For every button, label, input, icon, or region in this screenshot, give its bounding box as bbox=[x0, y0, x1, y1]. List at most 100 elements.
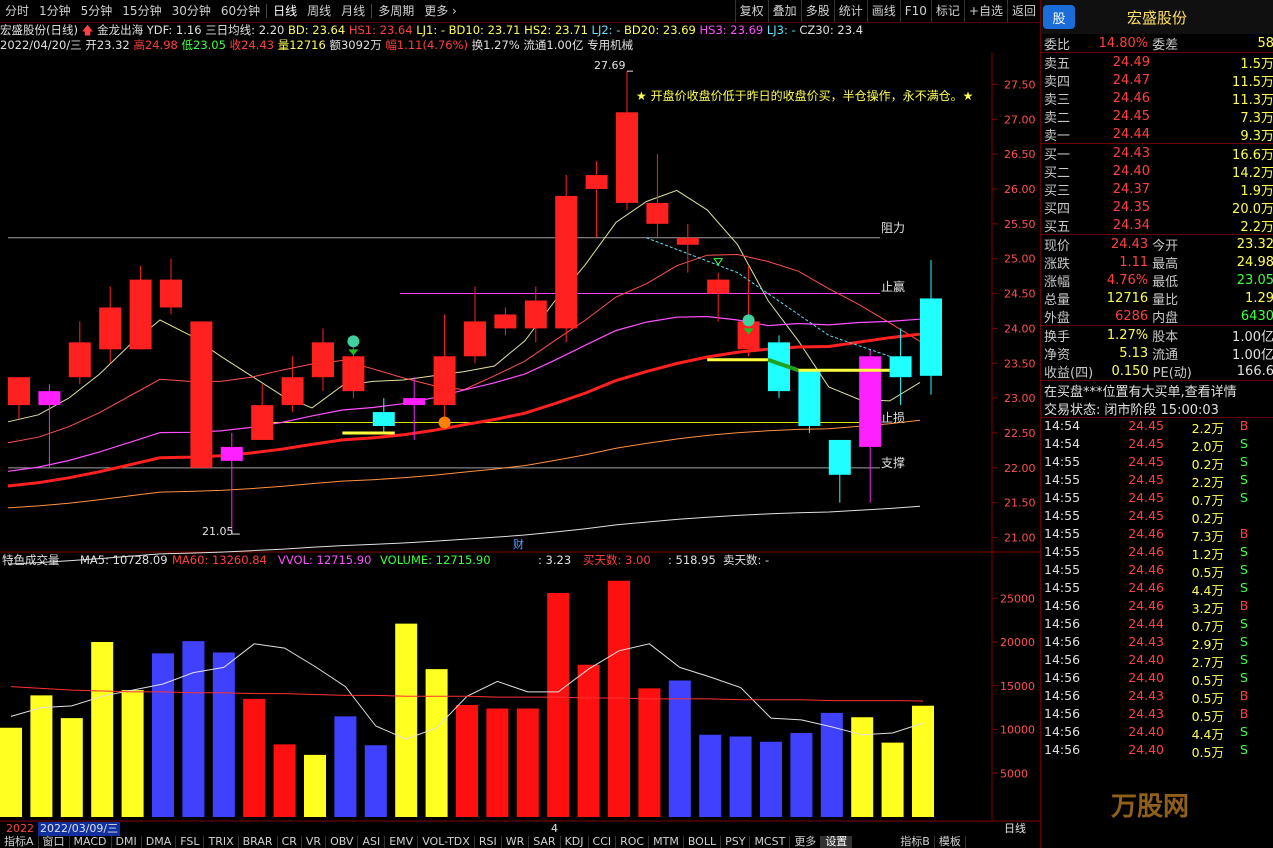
indicator-tab-20[interactable]: MTM bbox=[649, 836, 684, 848]
period-label[interactable]: 日线 bbox=[1004, 822, 1026, 836]
ask-row-0[interactable]: 卖五 24.49 1.5万 bbox=[1041, 53, 1273, 72]
quote-amount: 额3092万 bbox=[329, 38, 382, 52]
ask-row-4[interactable]: 卖一 24.44 9.3万 bbox=[1041, 125, 1273, 144]
tab-2[interactable]: 5分钟 bbox=[76, 0, 118, 22]
bid-row-1[interactable]: 买二 24.40 14.2万 bbox=[1041, 162, 1273, 181]
tick-cell-3 bbox=[1224, 508, 1264, 526]
tab-0[interactable]: 分时 bbox=[0, 0, 34, 22]
stat2-row-0[interactable]: 换手 1.27% 股本 1.00亿 bbox=[1041, 326, 1273, 345]
stat-row-3[interactable]: 总量 12716 量比 1.29 bbox=[1041, 289, 1273, 308]
indicator-tab-4[interactable]: DMA bbox=[142, 836, 177, 848]
tool-1[interactable]: 叠加 bbox=[767, 0, 801, 22]
tool-4[interactable]: 画线 bbox=[866, 0, 900, 22]
indicator-tab-6[interactable]: TRIX bbox=[204, 836, 239, 848]
tick-cell-0: 14:56 bbox=[1044, 616, 1081, 631]
tool-2[interactable]: 多股 bbox=[800, 0, 834, 22]
candle-body bbox=[676, 237, 699, 245]
bid-label: 买三 bbox=[1044, 183, 1071, 199]
ask-row-1[interactable]: 卖四 24.47 11.5万 bbox=[1041, 71, 1273, 90]
stat-row-4[interactable]: 外盘 6286 内盘 6430 bbox=[1041, 307, 1273, 326]
candle-body bbox=[68, 342, 91, 378]
indicator-tab-16[interactable]: SAR bbox=[529, 836, 561, 848]
stat2-row-1[interactable]: 净资 5.13 流通 1.00亿 bbox=[1041, 344, 1273, 363]
tool-5[interactable]: F10 bbox=[899, 0, 931, 22]
indicator-tab-12[interactable]: EMV bbox=[385, 836, 419, 848]
bid-row-4[interactable]: 买五 24.34 2.2万 bbox=[1041, 216, 1273, 235]
quote-panel: 股 宏盛股份 委比 14.80% 委差 58 卖五 24.49 1.5万 卖四 24.4… bbox=[1040, 0, 1273, 848]
indicator-name[interactable]: 金龙出海 bbox=[97, 23, 143, 37]
indicator-tab-21[interactable]: BOLL bbox=[684, 836, 722, 848]
vol-value1: : 3.23 bbox=[538, 553, 571, 567]
tool-0[interactable]: 复权 bbox=[734, 0, 768, 22]
indicator-tab-24[interactable]: 更多 bbox=[790, 836, 822, 848]
indicator-tab-22[interactable]: PSY bbox=[721, 836, 751, 848]
indicator-tab-27[interactable]: 模板 bbox=[935, 836, 966, 848]
volume-bar bbox=[577, 664, 600, 817]
indicator-tab-7[interactable]: BRAR bbox=[239, 836, 278, 848]
volume-bar bbox=[304, 754, 326, 817]
tick-cell-1: 24.40 bbox=[1128, 652, 1164, 667]
volume-indicator-name[interactable]: 特色成交量 bbox=[2, 553, 60, 567]
tool-6[interactable]: 标记 bbox=[930, 0, 964, 22]
indicator-tab-19[interactable]: ROC bbox=[616, 836, 650, 848]
tab-9[interactable]: 多周期 bbox=[373, 0, 419, 22]
tool-8[interactable]: 返回 bbox=[1006, 0, 1040, 22]
price-axis: 27.50 27.00 26.50 26.00 25.50 25.00 24.50 24.00… bbox=[992, 78, 1036, 545]
tab-3[interactable]: 15分钟 bbox=[117, 0, 166, 22]
indicator-tab-1[interactable]: 窗口 bbox=[39, 836, 70, 848]
indicator-tab-9[interactable]: VR bbox=[302, 836, 327, 848]
tab-10[interactable]: 更多 › bbox=[419, 0, 462, 22]
tab-5[interactable]: 60分钟 bbox=[216, 0, 265, 22]
stock-name: 宏盛股份(日线) bbox=[0, 23, 78, 37]
indicator-tab-8[interactable]: CR bbox=[278, 836, 302, 848]
date-bar-selected[interactable]: 2022/03/09/三 bbox=[38, 822, 121, 836]
indicator-tab-13[interactable]: VOL-TDX bbox=[418, 836, 475, 848]
indicator-tab-25[interactable]: 设置 bbox=[821, 836, 853, 848]
stat-row-0[interactable]: 现价 24.43 今开 23.32 bbox=[1041, 235, 1273, 254]
hs2-value: HS2: 23.71 bbox=[524, 23, 588, 37]
finance-marker[interactable]: 财 bbox=[513, 537, 524, 551]
weibi-label: 委比 bbox=[1044, 37, 1071, 53]
stat2-row-2[interactable]: 收益(四) 0.150 PE(动) 166.6 bbox=[1041, 362, 1273, 381]
tab-4[interactable]: 30分钟 bbox=[167, 0, 216, 22]
ask-row-3[interactable]: 卖二 24.45 7.3万 bbox=[1041, 107, 1273, 126]
bid-row-2[interactable]: 买三 24.37 1.9万 bbox=[1041, 180, 1273, 199]
bid-row-0[interactable]: 买一 24.43 16.6万 bbox=[1041, 144, 1273, 163]
big-order-notice[interactable]: 在买盘***位置有大买单,查看详情 bbox=[1041, 381, 1273, 400]
indicator-tab-17[interactable]: KDJ bbox=[561, 836, 589, 848]
stat-value2: 6430 bbox=[1240, 308, 1273, 324]
tab-7[interactable]: 周线 bbox=[302, 0, 336, 22]
indicator-tab-5[interactable]: FSL bbox=[176, 836, 205, 848]
kline-chart[interactable]: 27.50 27.00 26.50 26.00 25.50 25.00 24.50 24.00… bbox=[0, 52, 1040, 822]
ask-row-2[interactable]: 卖三 24.46 11.3万 bbox=[1041, 89, 1273, 108]
indicator-tab-26[interactable]: 指标B bbox=[896, 836, 935, 848]
indicator-tab-23[interactable]: MCST bbox=[750, 836, 791, 848]
tool-7[interactable]: +自选 bbox=[963, 0, 1007, 22]
indicator-tab-2[interactable]: MACD bbox=[70, 836, 112, 848]
tick-list[interactable]: 14:54 24.45 2.2万 B 14:54 24.45 2.0万 S 14:55 24.45… bbox=[1041, 418, 1273, 760]
volume-bar bbox=[456, 705, 478, 817]
tab-6[interactable]: 日线 bbox=[268, 0, 302, 22]
candle-body bbox=[889, 356, 912, 378]
indicator-tab-15[interactable]: WR bbox=[502, 836, 530, 848]
indicator-tab-10[interactable]: OBV bbox=[326, 836, 359, 848]
ask-price: 24.49 bbox=[1112, 54, 1150, 70]
tab-8[interactable]: 月线 bbox=[336, 0, 370, 22]
stat-row-2[interactable]: 涨幅 4.76% 最低 23.05 bbox=[1041, 271, 1273, 290]
sell-signal-icon bbox=[438, 416, 451, 429]
indicator-tab-18[interactable]: CCI bbox=[589, 836, 617, 848]
bid-row-3[interactable]: 买四 24.35 20.0万 bbox=[1041, 198, 1273, 217]
indicator-tab-14[interactable]: RSI bbox=[475, 836, 502, 848]
indicator-tab-0[interactable]: 指标A bbox=[0, 836, 39, 848]
indicator-tab-3[interactable]: DMI bbox=[112, 836, 142, 848]
tick-cell-3: B bbox=[1239, 526, 1249, 541]
candles bbox=[8, 71, 942, 535]
tool-3[interactable]: 统计 bbox=[833, 0, 867, 22]
app-logo-icon[interactable]: 股 bbox=[1043, 5, 1075, 29]
quote-date: 2022/04/20/三 bbox=[0, 38, 82, 52]
tab-1[interactable]: 1分钟 bbox=[34, 0, 76, 22]
indicator-tab-11[interactable]: ASI bbox=[358, 836, 386, 848]
tick-cell-3: S bbox=[1240, 670, 1248, 685]
tick-cell-0: 14:55 bbox=[1044, 580, 1081, 595]
stat-row-1[interactable]: 涨跌 1.11 最高 24.98 bbox=[1041, 253, 1273, 272]
